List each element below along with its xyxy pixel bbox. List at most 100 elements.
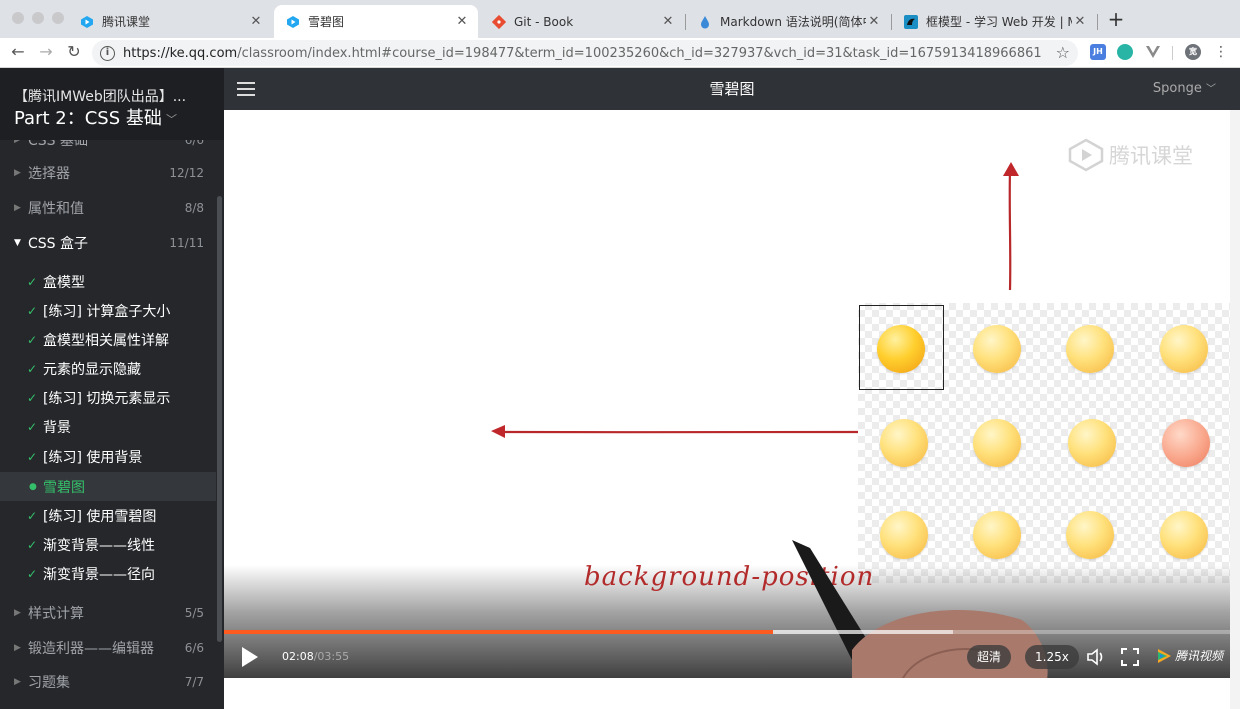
browser-tab-tencent-classroom[interactable]: 腾讯课堂 ✕ xyxy=(68,5,272,38)
bandaged-emoji-icon xyxy=(880,419,928,467)
course-title: 【腾讯IMWeb团队出品】... xyxy=(14,89,187,105)
window-zoom-icon[interactable] xyxy=(52,12,64,24)
lesson-item[interactable]: ✓ 盒模型相关属性详解 xyxy=(0,325,216,354)
check-icon: ✓ xyxy=(27,419,38,434)
sidebar-section-exercises[interactable]: ▶ 习题集 7/7 xyxy=(0,667,216,697)
section-label: 习题集 xyxy=(28,675,70,691)
lesson-item[interactable]: ✓ 渐变背景——线性 xyxy=(0,530,216,559)
check-icon: ✓ xyxy=(27,537,38,552)
url-path: /classroom/index.html#course_id=198477&t… xyxy=(237,45,1042,61)
tab-close-icon[interactable]: ✕ xyxy=(660,14,676,29)
volume-icon[interactable] xyxy=(1086,647,1106,667)
lesson-item[interactable]: ✓ 渐变背景——径向 xyxy=(0,559,216,588)
section-count: 6/6 xyxy=(184,641,204,655)
sidebar-section-selectors[interactable]: ▶ 选择器 12/12 xyxy=(0,158,216,188)
back-arrow-icon[interactable]: ← xyxy=(8,42,28,62)
lesson-item[interactable]: ✓ [练习] 使用背景 xyxy=(0,442,216,471)
progress-played xyxy=(224,630,774,634)
tab-close-icon[interactable]: ✕ xyxy=(248,14,264,29)
crying-emoji-icon xyxy=(1068,419,1116,467)
sidebar-scrollbar[interactable] xyxy=(217,196,222,642)
page-right-gutter xyxy=(1230,110,1240,709)
chevron-down-icon[interactable]: ﹀ xyxy=(166,111,177,127)
window-close-icon[interactable] xyxy=(12,12,24,24)
check-icon: ✓ xyxy=(27,508,38,523)
below-player-area xyxy=(224,678,1230,709)
browser-tab-sprite[interactable]: 雪碧图 ✕ xyxy=(274,5,478,38)
sidebar-section-computed-style[interactable]: ▶ 样式计算 5/5 xyxy=(0,598,216,628)
user-menu[interactable]: Sponge ﹀ xyxy=(1153,68,1216,111)
browser-tab-git-book[interactable]: Git - Book ✕ xyxy=(480,5,684,38)
lesson-item[interactable]: ✓ [练习] 切换元素显示 xyxy=(0,383,216,412)
new-tab-button[interactable]: + xyxy=(1106,9,1126,29)
speed-button[interactable]: 1.25x xyxy=(1025,645,1079,669)
part-title[interactable]: Part 2：CSS 基础 xyxy=(14,104,162,130)
tab-close-icon[interactable]: ✕ xyxy=(454,14,470,29)
heart-eyes-emoji-icon xyxy=(1066,325,1114,373)
section-count: 5/5 xyxy=(184,606,204,620)
tab-title: 框模型 - 学习 Web 开发 | MDN xyxy=(926,15,1072,29)
progress-bar[interactable] xyxy=(224,630,1230,634)
profile-avatar-icon[interactable]: 宽 xyxy=(1185,44,1201,60)
address-bar[interactable]: i https://ke.qq.com/classroom/index.html… xyxy=(92,40,1078,66)
browser-menu-icon[interactable]: ⋮ xyxy=(1211,42,1231,62)
check-icon: ✓ xyxy=(27,390,38,405)
course-sidebar: ▶ CSS 基础 6/6 ▶ 选择器 12/12 ▶ 属性和值 8/8 ▼ CS… xyxy=(0,68,224,709)
lesson-item[interactable]: ✓ 元素的显示隐藏 xyxy=(0,354,216,383)
sleepy-emoji-icon xyxy=(973,419,1021,467)
caret-right-icon: ▶ xyxy=(14,608,21,618)
arrow-up-icon xyxy=(1003,162,1019,291)
lesson-label: 渐变背景——径向 xyxy=(43,566,155,583)
site-info-icon[interactable]: i xyxy=(100,45,115,61)
water-drop-favicon-icon xyxy=(698,15,712,29)
current-dot-icon: ● xyxy=(29,481,37,492)
section-count: 11/11 xyxy=(169,236,204,250)
fullscreen-icon[interactable] xyxy=(1120,647,1140,667)
lesson-label: [练习] 计算盒子大小 xyxy=(43,303,171,320)
brand-label: 腾讯视频 xyxy=(1175,649,1224,663)
sidebar-section-css-box[interactable]: ▼ CSS 盒子 11/11 xyxy=(0,228,216,258)
forward-arrow-icon[interactable]: → xyxy=(36,42,56,62)
mdn-favicon-icon xyxy=(904,14,918,29)
caret-right-icon: ▶ xyxy=(14,168,21,178)
check-icon: ✓ xyxy=(27,303,38,318)
tab-close-icon[interactable]: ✕ xyxy=(866,14,882,29)
reload-icon[interactable]: ↻ xyxy=(64,42,84,62)
worried-emoji-icon xyxy=(973,325,1021,373)
play-icon[interactable] xyxy=(240,646,260,668)
url-text: https://ke.qq.com/classroom/index.html#c… xyxy=(123,46,1042,61)
sidebar-section-properties[interactable]: ▶ 属性和值 8/8 xyxy=(0,193,216,223)
lesson-label: 雪碧图 xyxy=(43,479,85,496)
sidebar-section-editor[interactable]: ▶ 锻造利器——编辑器 6/6 xyxy=(0,633,216,663)
browser-tab-mdn[interactable]: 框模型 - 学习 Web 开发 | MDN ✕ xyxy=(892,5,1096,38)
bookmark-star-icon[interactable]: ☆ xyxy=(1056,43,1070,62)
tab-title: 雪碧图 xyxy=(308,15,345,29)
course-header: 【腾讯IMWeb团队出品】... Part 2：CSS 基础 ﹀ xyxy=(0,68,224,140)
tab-close-icon[interactable]: ✕ xyxy=(1072,14,1088,29)
browser-tab-markdown[interactable]: Markdown 语法说明(简体中文版 ✕ xyxy=(686,5,890,38)
video-player[interactable]: 腾讯课堂 background-position 02:08/03:55 超清 … xyxy=(224,110,1230,678)
quality-button[interactable]: 超清 xyxy=(967,645,1012,669)
jh-extension-icon[interactable]: JH xyxy=(1090,44,1106,60)
section-count: 7/7 xyxy=(184,675,204,689)
menu-hamburger-icon[interactable] xyxy=(237,82,255,96)
vue-extension-icon[interactable] xyxy=(1145,44,1161,60)
browser-tab-strip: 腾讯课堂 ✕ 雪碧图 ✕ Git - Book ✕ Markdown 语法说明(… xyxy=(0,0,1240,38)
section-label: 选择器 xyxy=(28,166,70,182)
caret-right-icon: ▶ xyxy=(14,643,21,653)
tab-separator xyxy=(1097,14,1098,30)
video-title: 雪碧图 xyxy=(709,80,755,98)
section-label: 属性和值 xyxy=(28,201,84,217)
window-minimize-icon[interactable] xyxy=(32,12,44,24)
check-icon: ✓ xyxy=(27,332,38,347)
teal-extension-icon[interactable] xyxy=(1117,44,1133,60)
lesson-item-current[interactable]: ● 雪碧图 xyxy=(0,472,216,501)
pen-hand-illustration xyxy=(792,540,1048,678)
sprite-selection-box xyxy=(859,305,944,390)
lesson-item[interactable]: ✓ 背景 xyxy=(0,412,216,441)
lesson-item[interactable]: ✓ [练习] 计算盒子大小 xyxy=(0,296,216,325)
lesson-item[interactable]: ✓ 盒模型 xyxy=(0,267,216,296)
lesson-item[interactable]: ✓ [练习] 使用雪碧图 xyxy=(0,501,216,530)
url-host: https://ke.qq.com xyxy=(123,45,238,61)
section-count: 8/8 xyxy=(184,201,204,215)
